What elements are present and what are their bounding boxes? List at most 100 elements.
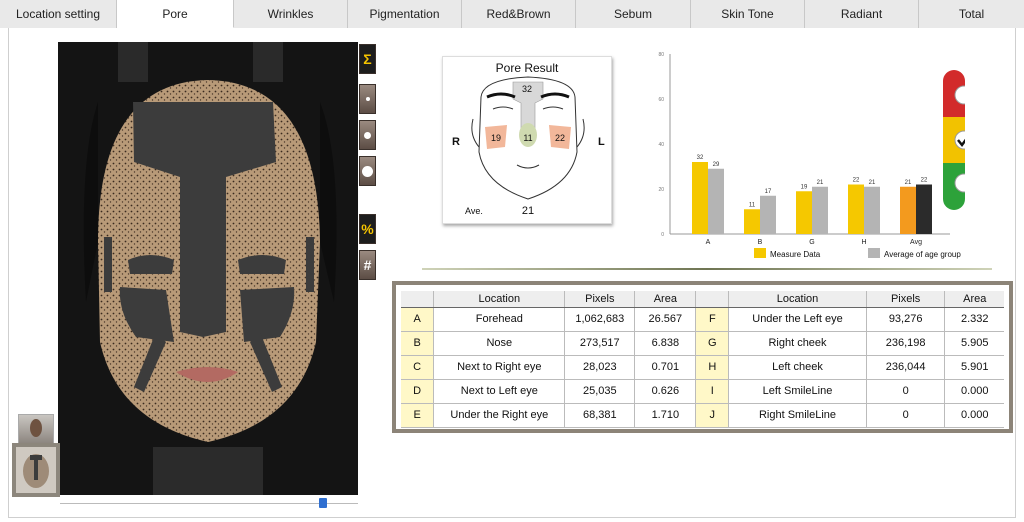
profile-thumbnail[interactable] xyxy=(18,414,54,444)
front-thumbnail[interactable] xyxy=(12,443,60,497)
location-key: J xyxy=(695,403,730,428)
face-image xyxy=(58,42,358,495)
area-value: 1.710 xyxy=(634,403,697,428)
location-key: E xyxy=(401,403,435,428)
tab-red-brown[interactable]: Red&Brown xyxy=(462,0,576,28)
forehead-value: 32 xyxy=(522,84,532,94)
x-tick-label: Avg xyxy=(910,239,922,246)
hash-icon: # xyxy=(363,257,372,273)
tab-skin-tone[interactable]: Skin Tone xyxy=(691,0,805,28)
age-average-bar xyxy=(708,168,724,234)
bar-value-label: 21 xyxy=(817,180,824,186)
pore-location-table-panel: Location Pixels Area Location Pixels Are… xyxy=(392,281,1013,433)
face-photo[interactable] xyxy=(58,42,358,495)
legend-average-label: Average of age group xyxy=(884,250,961,259)
nose-value: 11 xyxy=(523,133,532,143)
table-header: Location xyxy=(433,291,566,308)
y-tick-label: 0 xyxy=(661,232,664,238)
bar-value-label: 21 xyxy=(905,180,912,186)
table-row: D Next to Left eye 25,035 0.626 I Left S… xyxy=(401,379,1004,404)
pixels-value: 93,276 xyxy=(866,307,946,332)
legend-average-swatch xyxy=(868,248,880,258)
pixels-value: 0 xyxy=(866,379,946,404)
small-dot-icon xyxy=(365,97,370,101)
table-header: Pixels xyxy=(866,291,946,308)
location-key: A xyxy=(401,307,435,332)
section-divider xyxy=(422,268,992,270)
area-value: 5.901 xyxy=(944,355,1004,380)
bar-value-label: 17 xyxy=(765,189,772,195)
y-tick-label: 20 xyxy=(658,187,664,193)
location-key: F xyxy=(695,307,730,332)
pixels-value: 68,381 xyxy=(564,403,636,428)
medium-dot-icon xyxy=(364,131,371,139)
location-key: C xyxy=(401,355,435,380)
table-row: C Next to Right eye 28,023 0.701 H Left … xyxy=(401,355,1004,380)
tab-pigmentation[interactable]: Pigmentation xyxy=(348,0,462,28)
x-tick-label: B xyxy=(758,239,763,246)
age-average-bar xyxy=(916,184,932,234)
bar-value-label: 19 xyxy=(801,184,808,190)
bar-value-label: 32 xyxy=(697,155,704,161)
right-cheek-value: 19 xyxy=(491,133,501,143)
table-row: E Under the Right eye 68,381 1.710 J Rig… xyxy=(401,403,1004,428)
area-value: 0.626 xyxy=(634,379,697,404)
large-dot-icon xyxy=(362,165,373,177)
medium-dot-tool-button[interactable] xyxy=(359,120,376,150)
table-row: B Nose 273,517 6.838 G Right cheek 236,1… xyxy=(401,331,1004,356)
location-name: Under the Right eye xyxy=(433,403,566,428)
average-label: Ave. xyxy=(465,206,483,216)
tab-location-setting[interactable]: Location setting xyxy=(0,0,117,28)
left-cheek-value: 22 xyxy=(555,133,565,143)
age-average-bar xyxy=(760,195,776,234)
table-header xyxy=(695,291,730,308)
location-key: B xyxy=(401,331,435,356)
y-tick-label: 60 xyxy=(658,97,664,103)
tab-total[interactable]: Total xyxy=(919,0,1024,28)
y-tick-label: 80 xyxy=(658,52,664,58)
pixels-value: 236,044 xyxy=(866,355,946,380)
location-key: H xyxy=(695,355,730,380)
location-name: Nose xyxy=(433,331,566,356)
location-name: Next to Left eye xyxy=(433,379,566,404)
pore-result-title: Pore Result xyxy=(496,61,559,75)
small-dot-tool-button[interactable] xyxy=(359,84,376,114)
tab-sebum[interactable]: Sebum xyxy=(576,0,691,28)
tab-pore[interactable]: Pore xyxy=(117,0,234,28)
pixels-value: 236,198 xyxy=(866,331,946,356)
image-slider[interactable] xyxy=(60,497,358,509)
table-header-row: Location Pixels Area Location Pixels Are… xyxy=(401,291,1004,308)
table-header xyxy=(401,291,435,308)
legend-measure-swatch xyxy=(754,248,766,258)
area-value: 0.000 xyxy=(944,403,1004,428)
location-name: Next to Right eye xyxy=(433,355,566,380)
table-header: Area xyxy=(944,291,1004,308)
pixels-value: 25,035 xyxy=(564,379,636,404)
bar-value-label: 22 xyxy=(921,178,928,184)
measure-bar xyxy=(692,162,708,234)
table-header: Pixels xyxy=(564,291,636,308)
profile-face-icon xyxy=(30,419,42,437)
pore-location-table: Location Pixels Area Location Pixels Are… xyxy=(401,291,1004,428)
pixels-value: 0 xyxy=(866,403,946,428)
pixels-value: 273,517 xyxy=(564,331,636,356)
area-value: 0.000 xyxy=(944,379,1004,404)
location-name: Left SmileLine xyxy=(728,379,867,404)
bar-value-label: 21 xyxy=(869,180,876,186)
hash-tool-button[interactable]: # xyxy=(359,250,376,280)
location-name: Left cheek xyxy=(728,355,867,380)
sum-tool-button[interactable]: Σ xyxy=(359,44,376,74)
x-tick-label: A xyxy=(706,239,711,246)
slider-handle[interactable] xyxy=(319,498,327,508)
table-header: Area xyxy=(634,291,697,308)
table-row: A Forehead 1,062,683 26.567 F Under the … xyxy=(401,307,1004,332)
x-tick-label: G xyxy=(809,239,814,246)
measure-bar xyxy=(796,191,812,234)
percent-tool-button[interactable]: % xyxy=(359,214,376,244)
large-dot-tool-button[interactable] xyxy=(359,156,376,186)
pore-result-card: Pore Result 32 19 11 22 R L Ave. 21 xyxy=(442,56,612,224)
location-name: Under the Left eye xyxy=(728,307,867,332)
tab-wrinkles[interactable]: Wrinkles xyxy=(234,0,348,28)
y-tick-label: 40 xyxy=(658,142,664,148)
tab-radiant[interactable]: Radiant xyxy=(805,0,919,28)
